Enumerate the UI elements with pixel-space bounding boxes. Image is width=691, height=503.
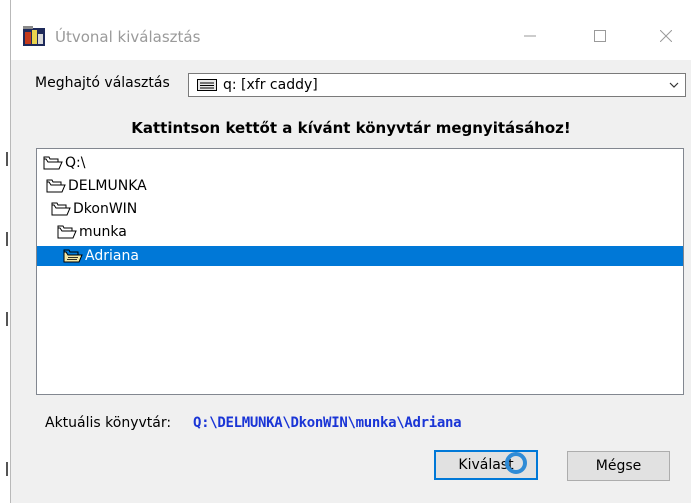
instruction-text: Kattintson kettőt a kívánt könyvtár megn…: [131, 119, 571, 137]
minimize-button[interactable]: [507, 14, 553, 58]
chevron-down-icon[interactable]: [669, 80, 679, 90]
cancel-button-label: Mégse: [595, 458, 642, 474]
current-directory-path: Q:\DELMUNKA\DkonWIN\munka\Adriana: [193, 415, 462, 431]
tree-item-label: Adriana: [85, 248, 139, 264]
close-button[interactable]: [643, 14, 689, 58]
tree-item-adriana[interactable]: Adriana: [37, 246, 683, 266]
background-edge-mark: [6, 312, 8, 326]
drive-label: Meghajtó választás: [35, 75, 170, 91]
drive-select[interactable]: q: [xfr caddy]: [188, 73, 686, 97]
folder-tree[interactable]: Q:\ DELMUNKA DkonWIN munka Adriana: [36, 148, 684, 395]
drive-icon: [197, 79, 217, 91]
tree-item-label: DkonWIN: [73, 201, 138, 217]
title-bar[interactable]: Útvonal kiválasztás: [11, 0, 691, 60]
tree-item-dkonwin[interactable]: DkonWIN: [37, 199, 683, 219]
background-edge-mark: [6, 232, 8, 246]
path-selection-dialog: Útvonal kiválasztás Meghajtó választás q…: [10, 0, 691, 503]
folder-open-icon: [43, 156, 63, 170]
tree-item-munka[interactable]: munka: [37, 222, 683, 242]
folder-open-icon: [51, 202, 71, 216]
maximize-icon: [594, 30, 606, 42]
folder-open-icon: [46, 179, 66, 193]
select-button-label: Kiválast: [458, 457, 514, 473]
tree-item-label: Q:\: [65, 155, 86, 171]
tree-item-label: munka: [79, 224, 127, 240]
tree-item-root[interactable]: Q:\: [37, 153, 683, 173]
folder-open-icon: [57, 225, 77, 239]
background-edge-mark: [6, 462, 8, 476]
tree-item-delmunka[interactable]: DELMUNKA: [37, 176, 683, 196]
background-edge-mark: [6, 152, 8, 166]
current-directory-label: Aktuális könyvtár:: [45, 415, 172, 431]
tree-item-label: DELMUNKA: [68, 178, 147, 194]
maximize-button[interactable]: [577, 14, 623, 58]
close-icon: [660, 30, 672, 42]
folder-open-icon: [63, 249, 83, 263]
window-title: Útvonal kiválasztás: [55, 28, 201, 46]
drive-selected-value: q: [xfr caddy]: [223, 77, 318, 93]
minimize-icon: [524, 35, 536, 37]
app-icon: [23, 26, 45, 46]
select-button[interactable]: Kiválast: [434, 450, 538, 480]
cancel-button[interactable]: Mégse: [567, 451, 670, 481]
